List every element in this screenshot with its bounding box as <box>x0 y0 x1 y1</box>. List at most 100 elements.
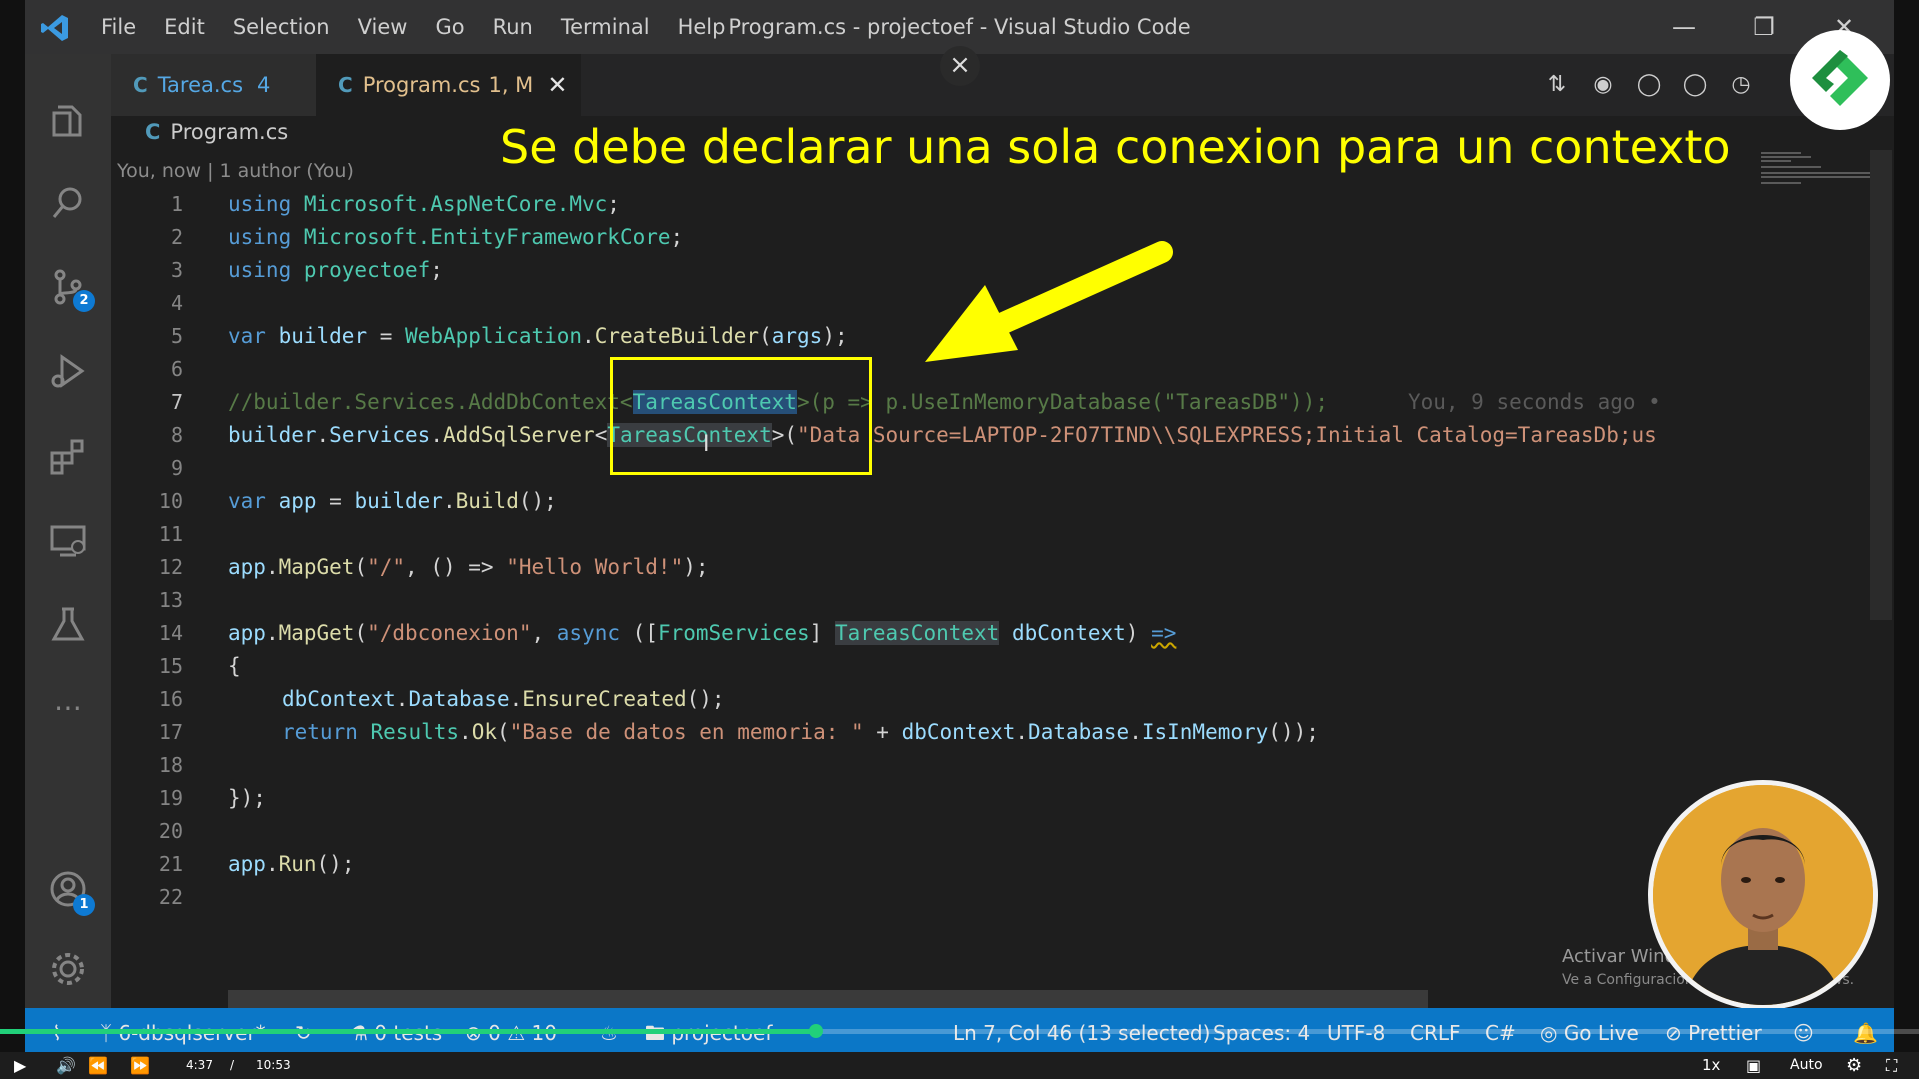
horizontal-scrollbar[interactable] <box>228 990 1428 1008</box>
line-number: 4 <box>170 291 183 315</box>
line-number: 17 <box>158 720 183 744</box>
menu-bar: File Edit Selection View Go Run Terminal… <box>101 0 753 54</box>
fullscreen-icon[interactable]: ⛶ <box>1886 1052 1897 1079</box>
settings-gear-icon[interactable] <box>43 944 93 994</box>
line-number: 7 <box>170 390 183 414</box>
breadcrumb-file: Program.cs <box>170 120 289 144</box>
code-line-19: }); <box>228 786 266 810</box>
line-number: 18 <box>158 753 183 777</box>
tab-label: Program.cs <box>362 73 481 97</box>
settings-icon[interactable]: ⚙ <box>1846 1052 1862 1079</box>
accounts-badge: 1 <box>73 894 95 916</box>
editor-tabs: C Tarea.cs 4 C Program.cs 1, M ✕ ⇅ ◉ ◯ ◯… <box>111 54 1894 116</box>
line-number: 19 <box>158 786 183 810</box>
code-line-14: app.MapGet("/dbconexion", async ([FromSe… <box>228 621 1177 645</box>
minimap[interactable] <box>1757 150 1872 190</box>
code-line-16: dbContext.Database.EnsureCreated(); <box>282 687 725 711</box>
code-line-2: using Microsoft.EntityFrameworkCore; <box>228 225 684 249</box>
tab-program-cs[interactable]: C Program.cs 1, M ✕ <box>316 54 581 116</box>
line-number: 6 <box>170 357 183 381</box>
more-icon[interactable]: ⋯ <box>43 682 93 732</box>
close-overlay-icon[interactable]: × <box>940 46 980 86</box>
video-duration: 10:53 <box>256 1058 291 1072</box>
remote-explorer-icon[interactable] <box>43 516 93 566</box>
line-number: 9 <box>170 456 183 480</box>
code-line-12: app.MapGet("/", () => "Hello World!"); <box>228 555 709 579</box>
csharp-file-icon: C <box>145 120 161 144</box>
tab-tarea-cs[interactable]: C Tarea.cs 4 <box>111 54 316 116</box>
minimize-icon[interactable]: — <box>1644 13 1724 41</box>
quality-selector[interactable]: Auto <box>1790 1052 1823 1079</box>
line-number: 12 <box>158 555 183 579</box>
fast-forward-icon[interactable]: ⏩ <box>130 1052 150 1079</box>
annotation-arrow <box>925 241 1173 362</box>
accounts-icon[interactable]: 1 <box>43 864 95 916</box>
menu-edit[interactable]: Edit <box>164 15 205 39</box>
line-number: 16 <box>158 687 183 711</box>
activity-bar: 2 ⋯ 1 <box>25 54 111 1008</box>
menu-file[interactable]: File <box>101 15 136 39</box>
playback-speed[interactable]: 1x <box>1702 1052 1720 1079</box>
video-current-time: 4:37 <box>186 1058 213 1072</box>
line-number: 13 <box>158 588 183 612</box>
code-line-15: { <box>228 654 241 678</box>
csharp-file-icon: C <box>133 73 148 97</box>
menu-help[interactable]: Help <box>678 15 726 39</box>
video-controls: ▶ 🔊 ⏪ ⏩ 4:37 / 10:53 1x ▣ Auto ⚙ ⛶ <box>0 1052 1919 1079</box>
menu-run[interactable]: Run <box>493 15 533 39</box>
line-number: 11 <box>158 522 183 546</box>
next-change-icon[interactable]: ◯ <box>1672 72 1718 97</box>
code-line-5: var builder = WebApplication.CreateBuild… <box>228 324 848 348</box>
line-number: 10 <box>158 489 183 513</box>
video-scrubber[interactable] <box>808 1024 823 1038</box>
line-number: 22 <box>158 885 183 909</box>
menu-view[interactable]: View <box>358 15 408 39</box>
line-number: 5 <box>170 324 183 348</box>
presenter-webcam <box>1648 780 1878 1010</box>
source-control-icon[interactable]: 2 <box>43 262 95 312</box>
video-progress-bar[interactable] <box>0 1024 1919 1038</box>
extensions-icon[interactable] <box>43 432 93 482</box>
tab-status: 1, M <box>488 73 534 97</box>
menu-selection[interactable]: Selection <box>233 15 330 39</box>
code-line-17: return Results.Ok("Base de datos en memo… <box>282 720 1319 744</box>
line-number: 8 <box>170 423 183 447</box>
line-number: 2 <box>170 225 183 249</box>
line-number: 15 <box>158 654 183 678</box>
video-letterbox-left <box>0 0 25 1079</box>
code-line-8: builder.Services.AddSqlServer<TareasCont… <box>228 423 1657 447</box>
breadcrumb[interactable]: C Program.cs <box>145 120 288 144</box>
code-line-3: using proyectoef; <box>228 258 443 282</box>
timeline-icon[interactable]: ◷ <box>1718 72 1764 97</box>
code-line-7: //builder.Services.AddDbContext<TareasCo… <box>228 390 1661 414</box>
play-icon[interactable]: ▶ <box>14 1052 26 1079</box>
compare-changes-icon[interactable]: ⇅ <box>1534 72 1580 97</box>
menu-go[interactable]: Go <box>435 15 464 39</box>
source-control-badge: 2 <box>73 290 95 312</box>
text-cursor-icon: I <box>703 432 710 457</box>
annotation-highlight-box <box>610 357 872 475</box>
csharp-file-icon: C <box>338 73 353 97</box>
run-debug-icon[interactable] <box>43 346 93 396</box>
line-number: 21 <box>158 852 183 876</box>
code-line-21: app.Run(); <box>228 852 355 876</box>
rewind-icon[interactable]: ⏪ <box>88 1052 108 1079</box>
line-number: 14 <box>158 621 183 645</box>
volume-icon[interactable]: 🔊 <box>56 1052 76 1079</box>
testing-icon[interactable] <box>43 600 93 650</box>
line-number: 3 <box>170 258 183 282</box>
time-separator: / <box>230 1058 235 1072</box>
previous-change-icon[interactable]: ◯ <box>1626 72 1672 97</box>
vertical-scrollbar[interactable] <box>1870 150 1892 620</box>
channel-logo <box>1790 30 1890 130</box>
menu-terminal[interactable]: Terminal <box>561 15 650 39</box>
search-icon[interactable] <box>43 178 93 228</box>
close-tab-icon[interactable]: ✕ <box>547 71 567 99</box>
editor-toolbar: ⇅ ◉ ◯ ◯ ◷ <box>1534 72 1764 97</box>
code-line-1: using Microsoft.AspNetCore.Mvc; <box>228 192 620 216</box>
git-commit-icon[interactable]: ◉ <box>1580 72 1626 97</box>
explorer-icon[interactable] <box>43 96 93 146</box>
tab-problem-count: 4 <box>257 73 271 97</box>
tab-label: Tarea.cs <box>157 73 244 97</box>
miniplayer-icon[interactable]: ▣ <box>1746 1052 1761 1079</box>
